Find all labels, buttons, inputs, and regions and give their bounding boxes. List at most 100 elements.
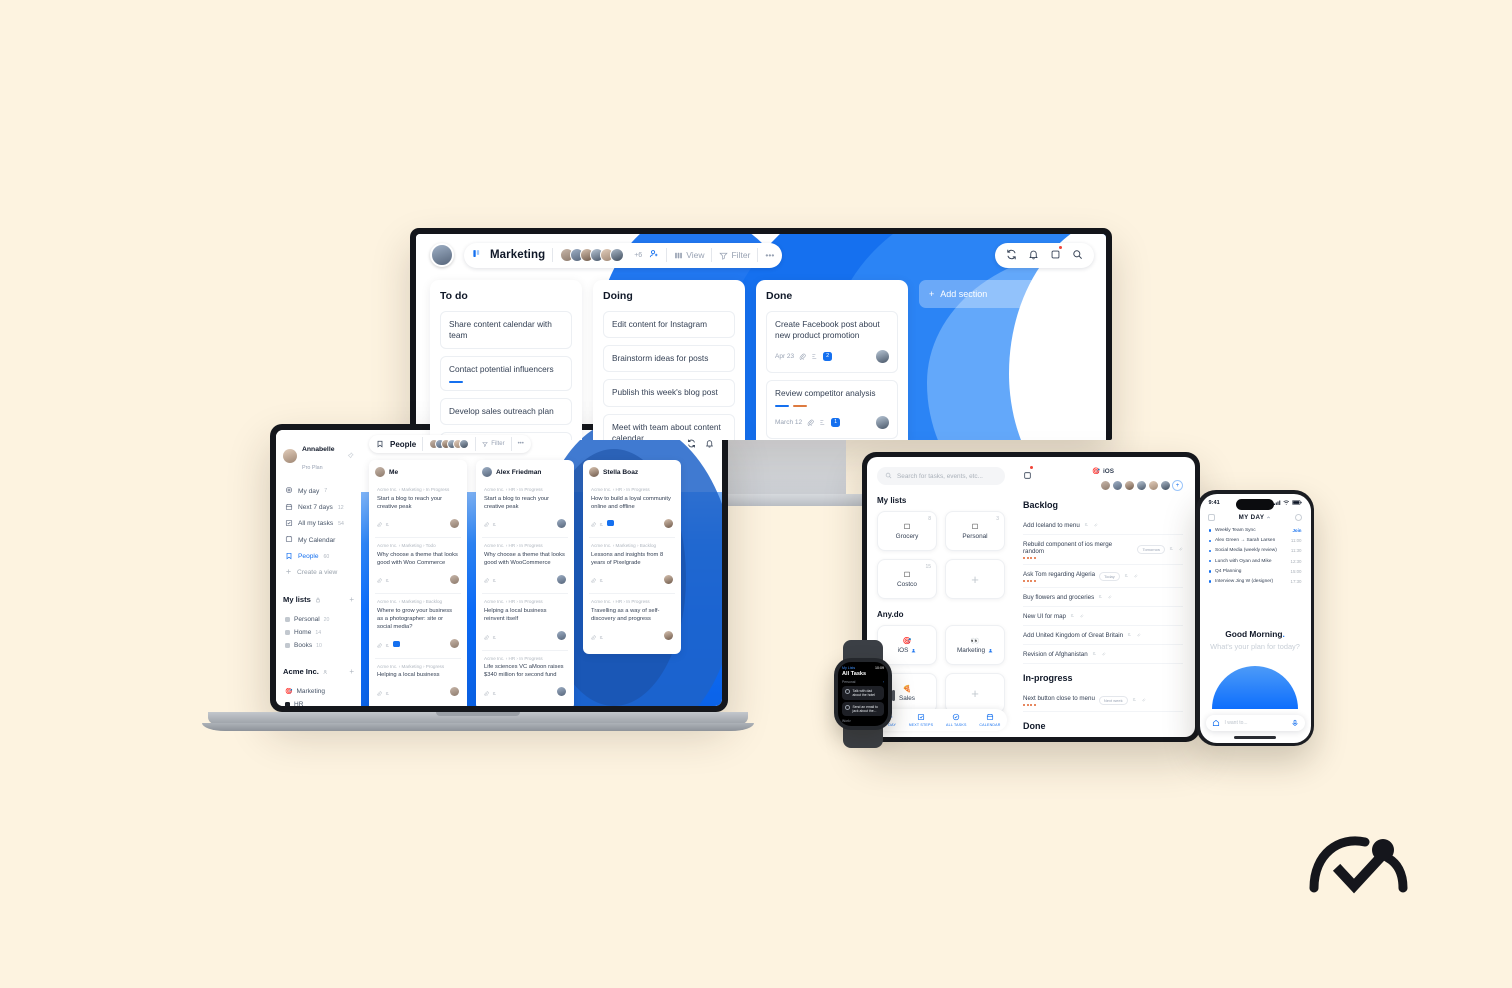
- event-row[interactable]: Weekly Team Sync Join: [1200, 526, 1311, 536]
- assignee-avatar[interactable]: [450, 518, 459, 528]
- task-row[interactable]: Add Iceland to menu: [1023, 516, 1183, 535]
- event-row[interactable]: Social Media (weekly review) 11:30: [1200, 546, 1311, 556]
- search-input[interactable]: Search for tasks, events, etc...: [877, 467, 1005, 485]
- add-list-button[interactable]: +: [349, 595, 354, 604]
- view-button[interactable]: View: [674, 250, 704, 260]
- list-item[interactable]: Personal 20: [283, 613, 354, 626]
- pin-icon[interactable]: [347, 451, 354, 461]
- member-avatars[interactable]: [429, 439, 470, 449]
- checkbox-icon[interactable]: [1207, 513, 1215, 521]
- list-card[interactable]: 👀 Marketing: [945, 625, 1005, 665]
- create-view-button[interactable]: Create a view: [283, 565, 354, 580]
- assignee-avatar[interactable]: [876, 415, 889, 429]
- task-card[interactable]: Acme Inc. › HR › In Progress How to build…: [589, 482, 675, 539]
- task-row[interactable]: Buy flowers and groceries: [1023, 588, 1183, 607]
- event-row[interactable]: Alex Green → Sarah Larsen 11:00: [1200, 536, 1311, 546]
- task-card[interactable]: Review competitor analysis March 12 1: [766, 380, 898, 440]
- add-section-button[interactable]: + Add section: [919, 280, 1051, 308]
- tab-next-steps[interactable]: NEXT STEPS: [909, 713, 933, 727]
- sidebar-item-people[interactable]: People 60: [283, 549, 354, 565]
- watch-task[interactable]: Send an email to jack about the...: [842, 702, 884, 716]
- add-list-card[interactable]: +: [945, 673, 1005, 713]
- task-card[interactable]: Create Facebook post about new product p…: [766, 311, 898, 374]
- task-card[interactable]: Brainstorm ideas for posts: [603, 345, 735, 373]
- filter-button[interactable]: Filter: [719, 250, 750, 260]
- avatar-circle-icon[interactable]: [1295, 513, 1303, 521]
- more-button[interactable]: •••: [765, 250, 774, 260]
- add-task-placeholder[interactable]: I want to...: [1225, 720, 1286, 726]
- task-row[interactable]: Rebuild component of ios merge random Tom…: [1023, 535, 1183, 565]
- mic-icon[interactable]: [1291, 714, 1299, 732]
- task-row[interactable]: New UI for map: [1023, 607, 1183, 626]
- bell-icon[interactable]: [705, 435, 714, 453]
- add-person-icon[interactable]: [649, 246, 659, 264]
- task-row[interactable]: Revision of Afghanistan: [1023, 645, 1183, 664]
- task-card[interactable]: Publish this week's blog post: [603, 379, 735, 407]
- back-label[interactable]: My Lists: [842, 666, 855, 670]
- event-row[interactable]: Lunch with Oyan and Mike 12:30: [1200, 556, 1311, 566]
- tab-calendar[interactable]: CALENDAR: [979, 713, 1000, 727]
- more-button[interactable]: •••: [518, 441, 524, 447]
- list-item[interactable]: Books 10: [283, 639, 354, 652]
- board-item[interactable]: 🎯 Marketing: [283, 685, 354, 698]
- checkbox-icon[interactable]: [845, 689, 850, 694]
- task-card[interactable]: Acme Inc. › Marketing › Progress Helping …: [375, 659, 461, 706]
- chevron-icon[interactable]: ›: [883, 680, 884, 684]
- task-card[interactable]: Develop sales outreach plan: [440, 398, 572, 426]
- list-card[interactable]: 3 ☐ Personal: [945, 511, 1005, 551]
- assignee-avatar[interactable]: [664, 574, 673, 584]
- digital-crown[interactable]: [891, 690, 895, 701]
- task-row[interactable]: Next button close to menu Next week: [1023, 689, 1183, 712]
- assignee-avatar[interactable]: [557, 518, 566, 528]
- assignee-avatar[interactable]: [664, 518, 673, 528]
- sync-icon[interactable]: [687, 435, 696, 453]
- sidebar-item-my-calendar[interactable]: My Calendar: [283, 532, 354, 548]
- task-row[interactable]: Add United Kingdom of Great Britain: [1023, 626, 1183, 645]
- join-button[interactable]: Join: [1292, 528, 1301, 533]
- event-row[interactable]: Interview Jing W (designer) 17:30: [1200, 576, 1311, 586]
- add-list-card[interactable]: +: [945, 559, 1005, 599]
- filter-button[interactable]: Filter: [482, 441, 505, 447]
- task-card[interactable]: Acme Inc. › HR › In Progress Travelling a…: [589, 594, 675, 649]
- assignee-avatar[interactable]: [664, 631, 673, 641]
- list-card[interactable]: 8 ☐ Grocery: [877, 511, 937, 551]
- task-card[interactable]: Acme Inc. › Marketing › Backlog Lessons a…: [589, 538, 675, 595]
- list-card[interactable]: 15 ☐ Costco: [877, 559, 937, 599]
- list-item[interactable]: Home 14: [283, 626, 354, 639]
- assignee-avatar[interactable]: [557, 687, 566, 697]
- sidebar-item-all-my-tasks[interactable]: All my tasks 54: [283, 516, 354, 532]
- project-members[interactable]: +: [1023, 480, 1183, 491]
- sync-icon[interactable]: [1006, 247, 1017, 265]
- task-card[interactable]: Contact potential influencers: [440, 356, 572, 392]
- avatar[interactable]: [430, 243, 454, 267]
- task-card[interactable]: Acme Inc. › HR › In Progress Start a blog…: [482, 482, 568, 539]
- member-avatars[interactable]: [560, 248, 625, 262]
- add-board-button[interactable]: +: [349, 667, 354, 676]
- task-card[interactable]: Acme Inc. › HR › In Progress Why choose a…: [482, 538, 568, 595]
- user-profile[interactable]: Annabelle Pro Plan: [283, 438, 354, 474]
- assignee-avatar[interactable]: [450, 687, 459, 697]
- home-icon[interactable]: [1212, 714, 1220, 732]
- sidebar-item-my-day[interactable]: My day 7: [283, 483, 354, 499]
- assignee-avatar[interactable]: [450, 639, 459, 649]
- more-members-icon[interactable]: +: [1172, 480, 1183, 491]
- task-card[interactable]: Acme Inc. › Marketing › Backlog Where to …: [375, 594, 461, 659]
- task-card[interactable]: Acme Inc. › Marketing › In Progress Start…: [375, 482, 461, 539]
- search-icon[interactable]: [1072, 247, 1083, 265]
- chevron-icon[interactable]: ›: [850, 719, 851, 723]
- assignee-avatar[interactable]: [557, 574, 566, 584]
- checkbox-icon[interactable]: [845, 705, 850, 710]
- tab-all-tasks[interactable]: ALL TASKS: [946, 713, 967, 727]
- event-row[interactable]: Q4 Planning 15:00: [1200, 566, 1311, 576]
- assignee-avatar[interactable]: [557, 631, 566, 641]
- inbox-icon[interactable]: [1050, 245, 1062, 265]
- task-card[interactable]: Share content calendar with team: [440, 311, 572, 350]
- task-card[interactable]: Acme Inc. › HR › In Progress Helping a lo…: [482, 594, 568, 651]
- board-item[interactable]: HR: [283, 698, 354, 706]
- inbox-icon[interactable]: [1023, 466, 1033, 485]
- task-row[interactable]: Ask Tom regarding Algeria Today: [1023, 565, 1183, 588]
- task-card[interactable]: Edit content for Instagram: [603, 311, 735, 339]
- assignee-avatar[interactable]: [450, 574, 459, 584]
- assignee-avatar[interactable]: [876, 349, 889, 363]
- task-card[interactable]: Acme Inc. › Marketing › Todo Why choose a…: [375, 538, 461, 595]
